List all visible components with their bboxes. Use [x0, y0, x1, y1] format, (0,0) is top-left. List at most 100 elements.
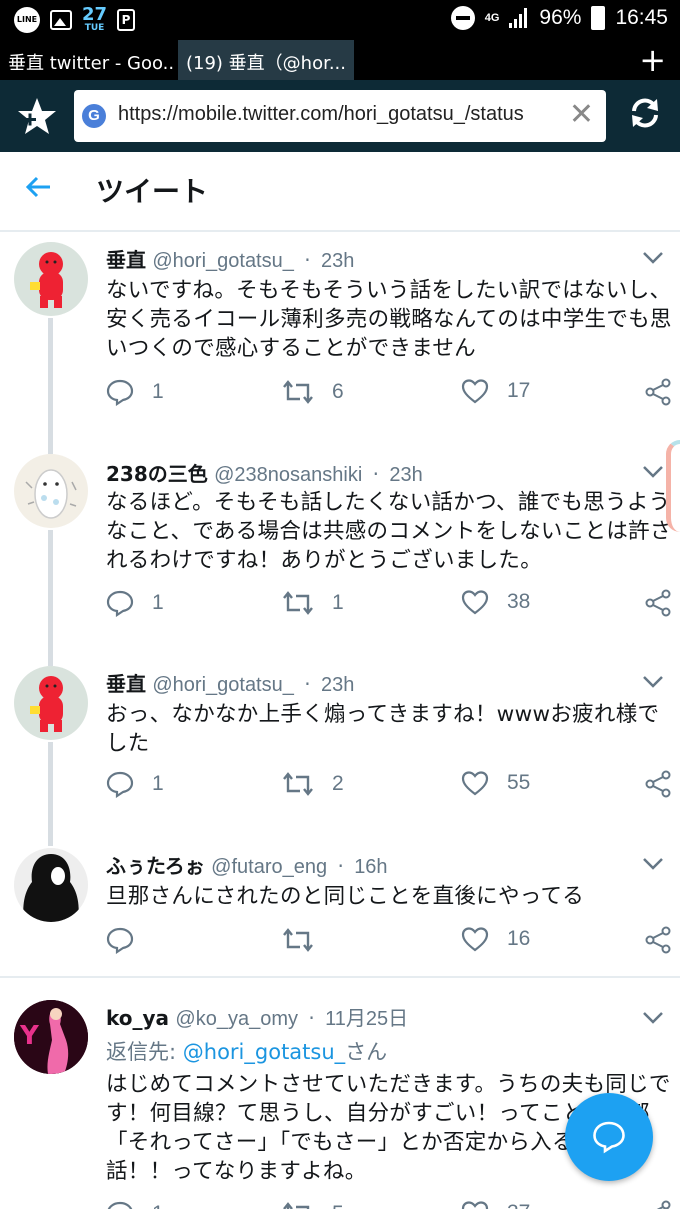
share-icon	[645, 926, 671, 954]
reply-icon	[107, 1201, 133, 1209]
thread-line	[48, 742, 53, 846]
reply-button[interactable]: 1	[106, 378, 164, 406]
retweet-button[interactable]: 6	[282, 378, 344, 406]
share-button[interactable]	[644, 926, 672, 954]
retweet-icon	[283, 772, 313, 796]
tweet-actions: 1 2 55	[106, 770, 672, 802]
reply-button[interactable]: 1	[106, 1200, 164, 1209]
reply-count: 1	[152, 1202, 164, 1209]
bookmark-star-icon[interactable]	[16, 96, 58, 138]
share-icon	[645, 378, 671, 406]
browser-tab-bar: 垂直 twitter - Goo... (19) 垂直（@hor... +	[0, 40, 680, 80]
retweet-count: 5	[332, 1202, 344, 1209]
url-input[interactable]: G https://mobile.twitter.com/hori_gotats…	[74, 90, 606, 142]
share-button[interactable]	[644, 1200, 672, 1209]
author-handle[interactable]: @hori_gotatsu_	[152, 674, 294, 696]
author-handle[interactable]: @ko_ya_omy	[175, 1008, 298, 1030]
author-handle[interactable]: @238nosanshiki	[214, 464, 362, 486]
network-type: 4G	[484, 11, 500, 24]
reply-target-link[interactable]: @hori_gotatsu_	[183, 1040, 345, 1064]
chevron-down-icon[interactable]	[642, 1006, 664, 1031]
retweet-button[interactable]: 1	[282, 589, 344, 617]
like-button[interactable]: 55	[461, 770, 530, 796]
tweet-actions: 16	[106, 926, 672, 958]
author-name[interactable]: ふぅたろぉ	[106, 854, 205, 878]
tweet-item[interactable]: Y ko_ya @ko_ya_omy · 11月25日 返信先: @hori_g…	[0, 978, 680, 1209]
author-handle[interactable]: @hori_gotatsu_	[152, 250, 294, 272]
reply-count: 1	[152, 380, 164, 403]
browser-tab-twitter[interactable]: (19) 垂直（@hor...	[178, 40, 354, 80]
like-button[interactable]: 17	[461, 378, 530, 404]
tweet-time[interactable]: 16h	[354, 856, 387, 878]
page-title: ツイート	[96, 175, 209, 208]
tweet-header: 垂直 @hori_gotatsu_ · 23h	[106, 248, 355, 272]
reply-button[interactable]: 1	[106, 770, 164, 798]
tweet-header: 垂直 @hori_gotatsu_ · 23h	[106, 672, 355, 696]
reply-icon	[106, 927, 134, 954]
like-button[interactable]: 16	[461, 926, 530, 952]
author-name[interactable]: 238の三色	[106, 462, 208, 486]
share-icon	[645, 589, 671, 617]
reply-icon	[106, 771, 134, 798]
chevron-down-icon[interactable]	[642, 460, 664, 485]
line-app-icon: LINE	[14, 6, 40, 33]
svg-text:Y: Y	[19, 1021, 40, 1051]
retweet-button[interactable]: 2	[282, 770, 344, 798]
plus-icon[interactable]: +	[639, 40, 666, 80]
retweet-count: 6	[332, 380, 344, 403]
author-name[interactable]: ko_ya	[106, 1006, 169, 1030]
retweet-icon	[283, 591, 313, 615]
back-arrow-icon[interactable]	[24, 170, 52, 210]
author-name[interactable]: 垂直	[106, 672, 146, 696]
retweet-icon	[283, 1202, 310, 1209]
clear-url-icon[interactable]: ✕	[569, 98, 594, 132]
tweet-item[interactable]: ふぅたろぉ @futaro_eng · 16h 旦那さんにされたのと同じことを直…	[0, 846, 680, 976]
share-button[interactable]	[644, 589, 672, 617]
avatar[interactable]	[14, 848, 88, 922]
heart-icon	[461, 927, 489, 952]
share-icon	[645, 770, 671, 798]
reload-icon[interactable]	[628, 96, 662, 130]
chevron-down-icon[interactable]	[642, 852, 664, 877]
retweet-icon	[283, 380, 313, 404]
retweet-count: 2	[332, 772, 344, 795]
tweet-item[interactable]: 238の三色 @238nosanshiki · 23h なるほど。そもそも話した…	[0, 444, 680, 656]
chevron-down-icon[interactable]	[642, 670, 664, 695]
avatar[interactable]	[14, 666, 88, 740]
tweet-time[interactable]: 11月25日	[325, 1008, 408, 1030]
tweet-text: ないですね。そもそもそういう話をしたい訳ではないし、安く売るイコール薄利多売の戦…	[106, 278, 672, 361]
tweet-item[interactable]: 垂直 @hori_gotatsu_ · 23h ないですね。そもそもそういう話を…	[0, 232, 680, 444]
retweet-button[interactable]: 5	[282, 1200, 344, 1209]
avatar[interactable]: Y	[14, 1000, 88, 1074]
compose-reply-button[interactable]	[565, 1093, 653, 1181]
reply-button[interactable]	[106, 926, 152, 954]
tweet-header: ko_ya @ko_ya_omy · 11月25日	[106, 1006, 409, 1030]
tweet-time[interactable]: 23h	[389, 464, 422, 486]
twitter-header: ツイート	[0, 152, 680, 232]
avatar[interactable]	[14, 454, 88, 528]
avatar[interactable]	[14, 242, 88, 316]
tweet-thread: 垂直 @hori_gotatsu_ · 23h ないですね。そもそもそういう話を…	[0, 232, 680, 1209]
tweet-header: ふぅたろぉ @futaro_eng · 16h	[106, 854, 388, 878]
like-count: 16	[507, 927, 531, 950]
do-not-disturb-icon	[450, 6, 475, 30]
browser-tab-google[interactable]: 垂直 twitter - Goo...	[0, 40, 176, 80]
battery-percent: 96%	[539, 6, 582, 29]
author-handle[interactable]: @futaro_eng	[211, 856, 327, 878]
tweet-time[interactable]: 23h	[321, 674, 354, 696]
like-count: 55	[507, 771, 531, 794]
gallery-icon	[50, 9, 72, 30]
share-button[interactable]	[644, 770, 672, 798]
tweet-item[interactable]: 垂直 @hori_gotatsu_ · 23h おっ、なかなか上手く煽ってきます…	[0, 656, 680, 846]
retweet-button[interactable]	[282, 926, 332, 954]
like-button[interactable]: 38	[461, 589, 530, 615]
author-name[interactable]: 垂直	[106, 248, 146, 272]
like-button[interactable]: 37	[461, 1200, 530, 1209]
tweet-time[interactable]: 23h	[321, 250, 354, 272]
share-icon	[656, 1200, 671, 1209]
url-text[interactable]: https://mobile.twitter.com/hori_gotatsu_…	[118, 103, 554, 126]
chevron-down-icon[interactable]	[642, 246, 664, 271]
share-button[interactable]	[644, 378, 672, 406]
reply-button[interactable]: 1	[106, 589, 164, 617]
reply-count: 1	[152, 772, 164, 795]
